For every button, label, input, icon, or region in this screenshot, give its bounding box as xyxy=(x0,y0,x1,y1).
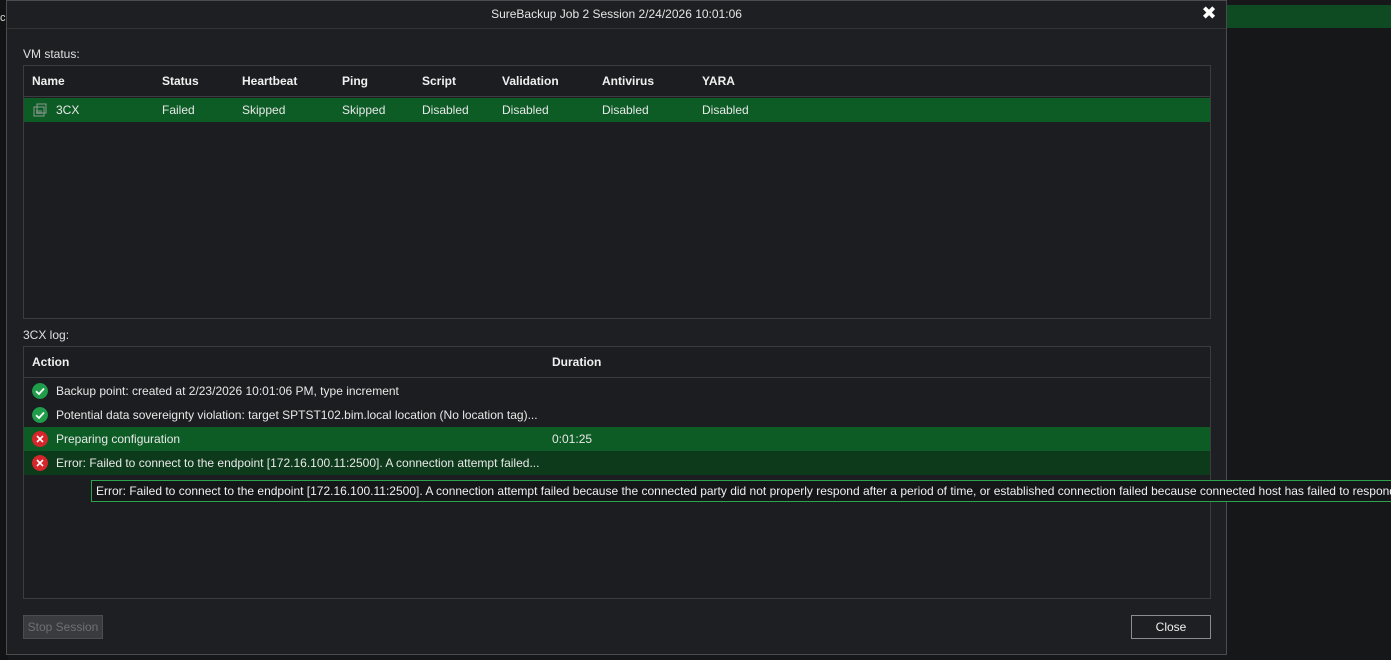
log-row-hovered[interactable]: Error: Failed to connect to the endpoint… xyxy=(24,451,1210,475)
log-duration: 0:01:25 xyxy=(552,432,593,446)
log-action: Preparing configuration xyxy=(56,432,181,446)
table-row[interactable]: 3CX Failed Skipped Skipped Disabled Disa… xyxy=(24,98,1210,122)
column-header-heartbeat[interactable]: Heartbeat xyxy=(242,74,297,88)
column-header-ping[interactable]: Ping xyxy=(342,74,368,88)
vm-status-label: VM status: xyxy=(23,47,80,61)
vm-name: 3CX xyxy=(56,103,80,117)
vm-antivirus-value: Disabled xyxy=(602,103,649,117)
dialog-title: SureBackup Job 2 Session 2/24/2026 10:01… xyxy=(491,7,742,21)
column-header-duration[interactable]: Duration xyxy=(552,355,601,369)
error-icon xyxy=(32,455,48,471)
vm-ping-value: Skipped xyxy=(342,103,386,117)
column-header-yara[interactable]: YARA xyxy=(702,74,735,88)
log-header: Action Duration xyxy=(24,347,1210,378)
column-header-antivirus[interactable]: Antivirus xyxy=(602,74,654,88)
column-header-action[interactable]: Action xyxy=(32,355,69,369)
vm-script-value: Disabled xyxy=(422,103,469,117)
log-row-selected[interactable]: Preparing configuration 0:01:25 xyxy=(24,427,1210,451)
column-header-validation[interactable]: Validation xyxy=(502,74,559,88)
column-header-script[interactable]: Script xyxy=(422,74,456,88)
background-highlight-strip xyxy=(1226,5,1391,28)
log-action: Error: Failed to connect to the endpoint… xyxy=(56,456,540,470)
success-icon xyxy=(32,383,48,399)
vm-status-value: Failed xyxy=(162,103,195,117)
log-action: Backup point: created at 2/23/2026 10:01… xyxy=(56,384,399,398)
vm-validation-value: Disabled xyxy=(502,103,549,117)
vm-heartbeat-value: Skipped xyxy=(242,103,286,117)
column-header-status[interactable]: Status xyxy=(162,74,199,88)
close-icon[interactable]: ✖ xyxy=(1200,3,1218,23)
log-label: 3CX log: xyxy=(23,328,70,342)
close-button[interactable]: Close xyxy=(1131,615,1211,639)
log-action: Potential data sovereignty violation: ta… xyxy=(56,408,538,422)
column-header-name[interactable]: Name xyxy=(32,74,65,88)
log-row[interactable]: Potential data sovereignty violation: ta… xyxy=(24,403,1210,427)
session-dialog: SureBackup Job 2 Session 2/24/2026 10:01… xyxy=(6,0,1227,655)
title-bar[interactable]: SureBackup Job 2 Session 2/24/2026 10:01… xyxy=(7,1,1226,29)
vm-yara-value: Disabled xyxy=(702,103,749,117)
vm-icon xyxy=(33,103,47,117)
stop-session-button[interactable]: Stop Session xyxy=(23,615,103,639)
log-row[interactable]: Backup point: created at 2/23/2026 10:01… xyxy=(24,379,1210,403)
vm-status-table[interactable]: Name Status Heartbeat Ping Script Valida… xyxy=(23,65,1211,319)
error-icon xyxy=(32,431,48,447)
vm-status-header: Name Status Heartbeat Ping Script Valida… xyxy=(24,66,1210,97)
success-icon xyxy=(32,407,48,423)
background-text-fragment: c xyxy=(0,12,6,24)
error-tooltip: Error: Failed to connect to the endpoint… xyxy=(91,480,1391,502)
log-table[interactable]: Action Duration Backup point: created at… xyxy=(23,346,1211,599)
